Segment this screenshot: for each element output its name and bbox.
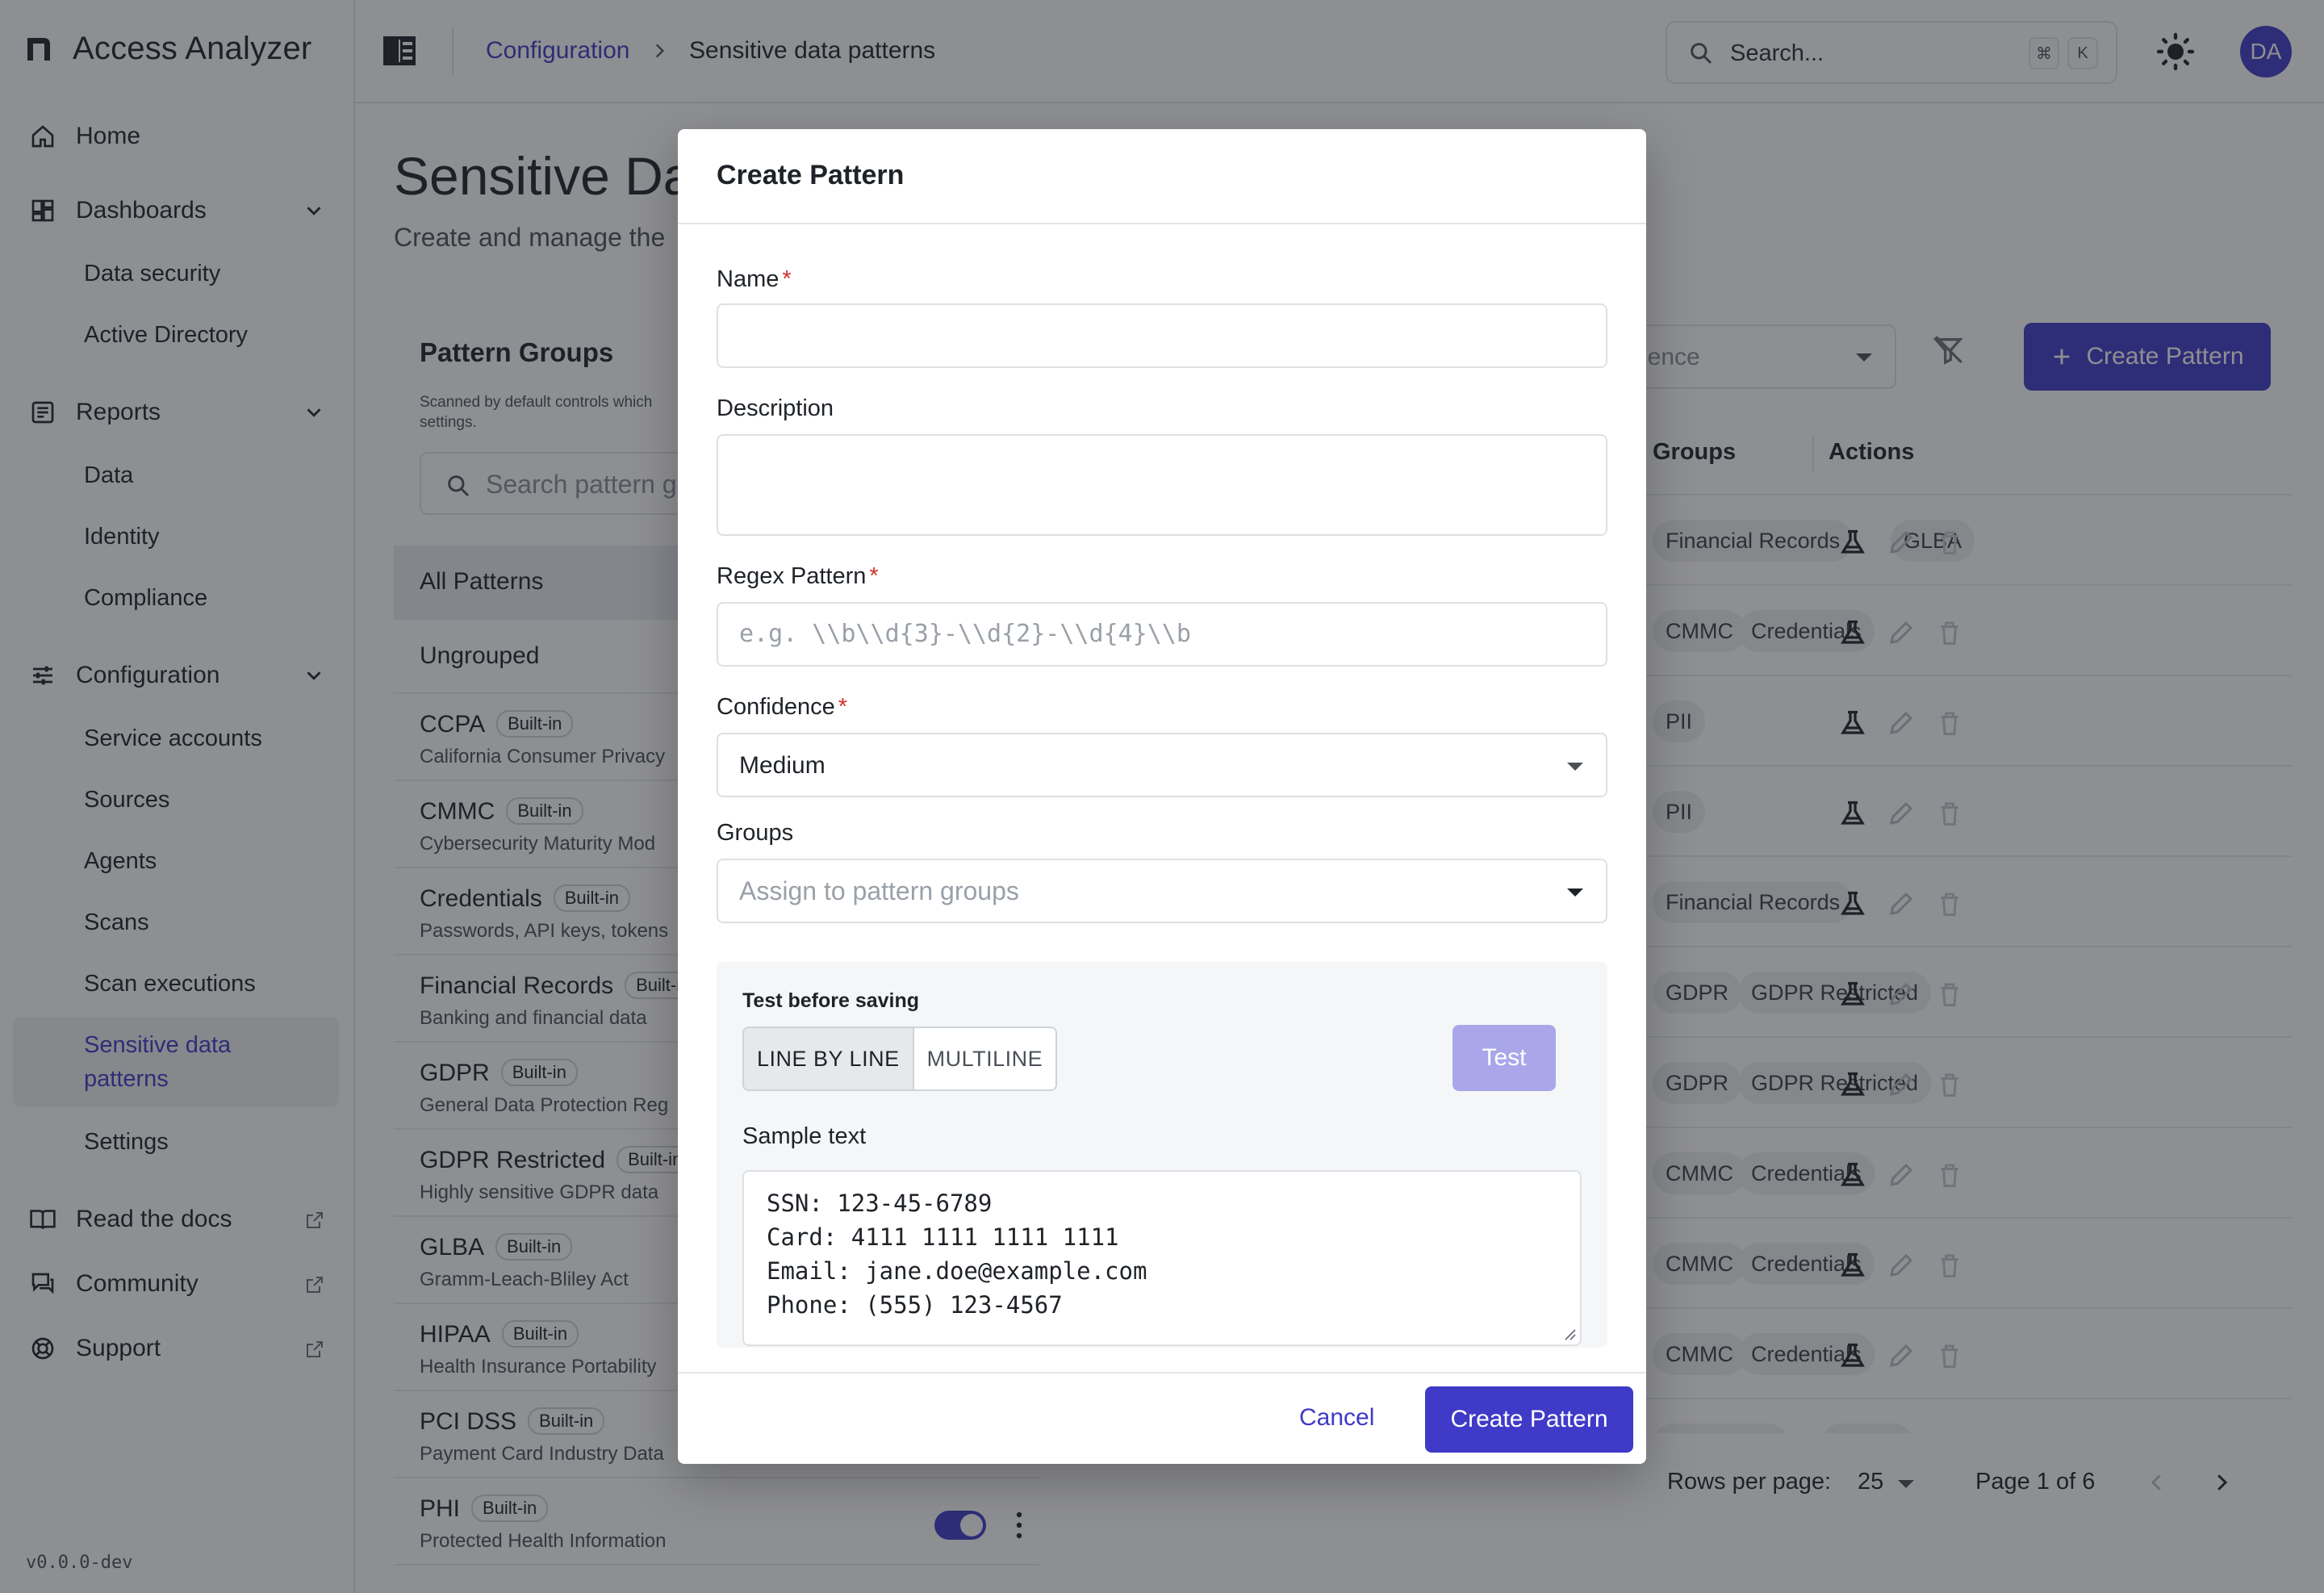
sample-text-area[interactable]: SSN: 123-45-6789 Card: 4111 1111 1111 11… [742,1170,1582,1346]
confidence-select[interactable]: Medium [717,733,1607,797]
description-label: Description [717,395,834,421]
required-asterisk: * [782,266,792,292]
test-panel: Test before saving LINE BY LINE MULTILIN… [717,962,1607,1348]
test-panel-title: Test before saving [742,989,920,1012]
mode-line-by-line[interactable]: LINE BY LINE [744,1028,914,1089]
required-asterisk: * [838,694,848,720]
sample-text-label: Sample text [742,1123,867,1149]
confidence-label-text: Confidence [717,694,835,720]
regex-label-text: Regex Pattern [717,563,867,589]
regex-input[interactable]: e.g. \\b\\d{3}-\\d{2}-\\d{4}\\b [717,602,1607,667]
confidence-label: Confidence * [717,694,847,721]
resize-handle-icon[interactable] [1562,1327,1577,1341]
dialog-title: Create Pattern [717,160,905,190]
groups-select[interactable]: Assign to pattern groups [717,859,1607,923]
sample-line: Phone: (555) 123-4567 [767,1291,1063,1319]
mode-multiline[interactable]: MULTILINE [913,1028,1056,1089]
mode-toggle-group: LINE BY LINE MULTILINE [742,1026,1058,1091]
groups-placeholder: Assign to pattern groups [739,876,1019,905]
caret-down-icon [1567,763,1583,771]
create-pattern-dialog: Create Pattern Name * Description Regex P… [678,129,1646,1464]
regex-label: Regex Pattern * [717,563,879,590]
sample-line: SSN: 123-45-6789 [767,1190,993,1217]
test-button[interactable]: Test [1452,1025,1556,1091]
name-label-text: Name [717,266,780,292]
dialog-header: Create Pattern [678,129,1646,224]
required-asterisk: * [869,563,879,589]
dialog-footer: Cancel Create Pattern [678,1372,1646,1464]
groups-label: Groups [717,820,794,846]
name-input[interactable] [717,303,1607,368]
caret-down-icon [1567,888,1583,897]
regex-placeholder: e.g. \\b\\d{3}-\\d{2}-\\d{4}\\b [739,620,1191,648]
cancel-button[interactable]: Cancel [1299,1404,1374,1432]
submit-create-pattern-button[interactable]: Create Pattern [1425,1386,1633,1453]
sample-line: Email: jane.doe@example.com [767,1257,1147,1285]
description-textarea[interactable] [717,434,1607,536]
name-label: Name * [717,266,792,293]
sample-line: Card: 4111 1111 1111 1111 [767,1223,1119,1251]
confidence-value: Medium [739,752,826,779]
